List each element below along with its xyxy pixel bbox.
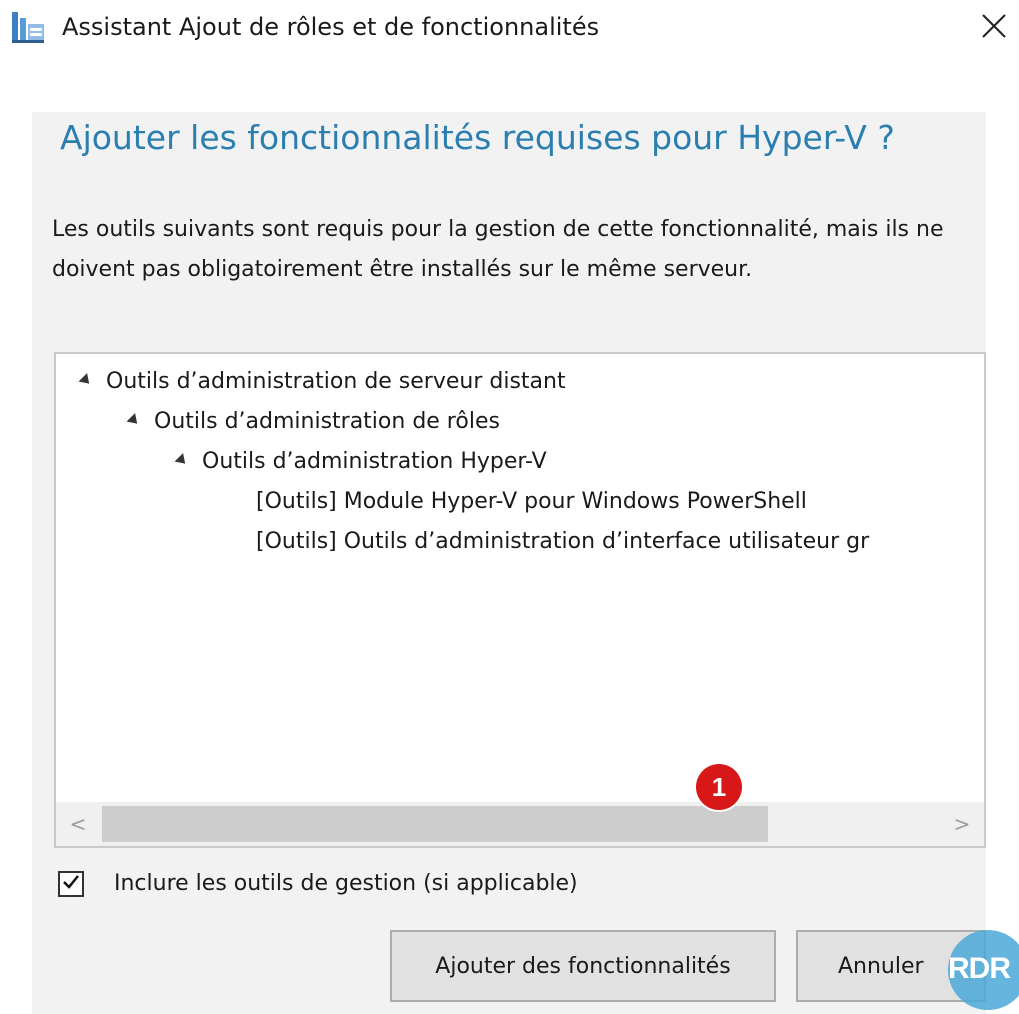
scroll-left-button[interactable]: < xyxy=(56,802,100,846)
window-title: Assistant Ajout de rôles et de fonctionn… xyxy=(62,13,600,41)
chevron-right-icon: > xyxy=(953,812,971,836)
tree-item-label: Outils d’administration de serveur dista… xyxy=(106,369,566,394)
include-tools-option[interactable]: Inclure les outils de gestion (si applic… xyxy=(58,866,578,902)
tree-item-label: [Outils] Module Hyper-V pour Windows Pow… xyxy=(256,489,807,514)
tree-item-label: Outils d’administration Hyper-V xyxy=(202,449,547,474)
title-bar: Assistant Ajout de rôles et de fonctionn… xyxy=(0,0,1019,60)
horizontal-scrollbar[interactable]: < > xyxy=(56,802,984,846)
step-number-badge: 1 xyxy=(696,764,742,810)
tree-item-hyperv-powershell-module[interactable]: [Outils] Module Hyper-V pour Windows Pow… xyxy=(256,482,807,522)
chevron-left-icon: < xyxy=(69,812,87,836)
dialog-description: Les outils suivants sont requis pour la … xyxy=(52,217,944,282)
watermark-text: RDR xyxy=(948,952,1011,985)
scrollbar-thumb[interactable] xyxy=(102,806,768,842)
include-tools-label: Inclure les outils de gestion (si applic… xyxy=(114,871,578,896)
scroll-right-button[interactable]: > xyxy=(940,802,984,846)
dialog-window: Assistant Ajout de rôles et de fonctionn… xyxy=(0,0,1019,1014)
server-manager-icon xyxy=(10,10,46,46)
watermark-logo: RDR xyxy=(948,930,1019,1010)
expanded-arrow-icon[interactable] xyxy=(78,372,94,388)
tree-item-role-admin-tools[interactable]: Outils d’administration de rôles xyxy=(126,402,500,442)
checkmark-icon xyxy=(61,872,81,896)
expanded-arrow-icon[interactable] xyxy=(126,412,142,428)
add-features-button[interactable]: Ajouter des fonctionnalités xyxy=(390,930,776,1002)
tree-item-label: Outils d’administration de rôles xyxy=(154,409,500,434)
include-tools-checkbox[interactable] xyxy=(58,871,84,897)
dialog-content: Ajouter les fonctionnalités requises pou… xyxy=(32,112,986,1014)
close-button[interactable] xyxy=(972,6,1016,50)
features-tree[interactable]: Outils d’administration de serveur dista… xyxy=(54,352,986,848)
tree-item-label: [Outils] Outils d’administration d’inter… xyxy=(256,529,870,554)
tree-item-hyperv-gui-tools[interactable]: [Outils] Outils d’administration d’inter… xyxy=(256,522,869,562)
tree-item-hyperv-admin-tools[interactable]: Outils d’administration Hyper-V xyxy=(174,442,547,482)
expanded-arrow-icon[interactable] xyxy=(174,452,190,468)
close-icon xyxy=(981,13,1007,43)
tree-item-remote-admin-tools[interactable]: Outils d’administration de serveur dista… xyxy=(78,362,566,402)
dialog-heading: Ajouter les fonctionnalités requises pou… xyxy=(60,118,895,157)
